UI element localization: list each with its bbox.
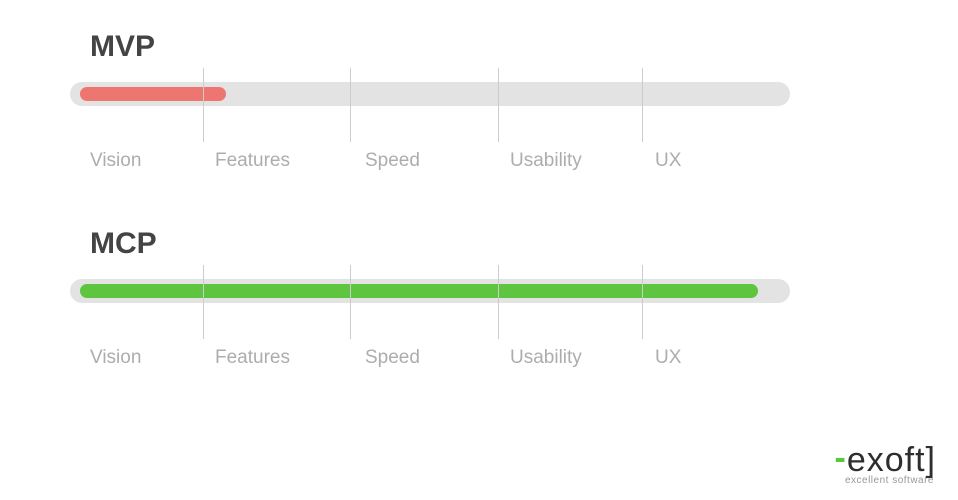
mvp-bar-fill bbox=[80, 87, 226, 101]
divider bbox=[498, 265, 499, 339]
divider bbox=[642, 265, 643, 339]
logo-dash-icon: - bbox=[835, 439, 847, 477]
exoft-logo: -exoft] excellent software bbox=[835, 443, 937, 486]
label-features: Features bbox=[215, 150, 290, 172]
divider bbox=[350, 68, 351, 142]
label-speed: Speed bbox=[365, 347, 420, 369]
mvp-title: MVP bbox=[90, 30, 888, 64]
mcp-bar-track bbox=[70, 279, 790, 303]
label-features: Features bbox=[215, 347, 290, 369]
divider bbox=[350, 265, 351, 339]
label-vision: Vision bbox=[90, 150, 141, 172]
label-ux: UX bbox=[655, 347, 681, 369]
divider bbox=[203, 265, 204, 339]
mcp-bar-wrapper: Vision Features Speed Usability UX bbox=[70, 279, 888, 374]
logo-name: exoft bbox=[847, 441, 926, 479]
label-usability: Usability bbox=[510, 347, 582, 369]
logo-text: -exoft] bbox=[835, 443, 937, 477]
divider bbox=[642, 68, 643, 142]
label-speed: Speed bbox=[365, 150, 420, 172]
mcp-labels: Vision Features Speed Usability UX bbox=[70, 347, 888, 367]
label-usability: Usability bbox=[510, 150, 582, 172]
mvp-labels: Vision Features Speed Usability UX bbox=[70, 150, 888, 170]
divider bbox=[203, 68, 204, 142]
mvp-bar-track bbox=[70, 82, 790, 106]
mvp-chart: MVP Vision Features Speed Usability UX bbox=[70, 30, 888, 177]
mcp-bar-fill bbox=[80, 284, 758, 298]
divider bbox=[498, 68, 499, 142]
label-vision: Vision bbox=[90, 347, 141, 369]
mcp-chart: MCP Vision Features Speed Usability UX bbox=[70, 227, 888, 374]
mcp-title: MCP bbox=[90, 227, 888, 261]
logo-bracket-icon: ] bbox=[926, 441, 936, 479]
mvp-bar-wrapper: Vision Features Speed Usability UX bbox=[70, 82, 888, 177]
label-ux: UX bbox=[655, 150, 681, 172]
